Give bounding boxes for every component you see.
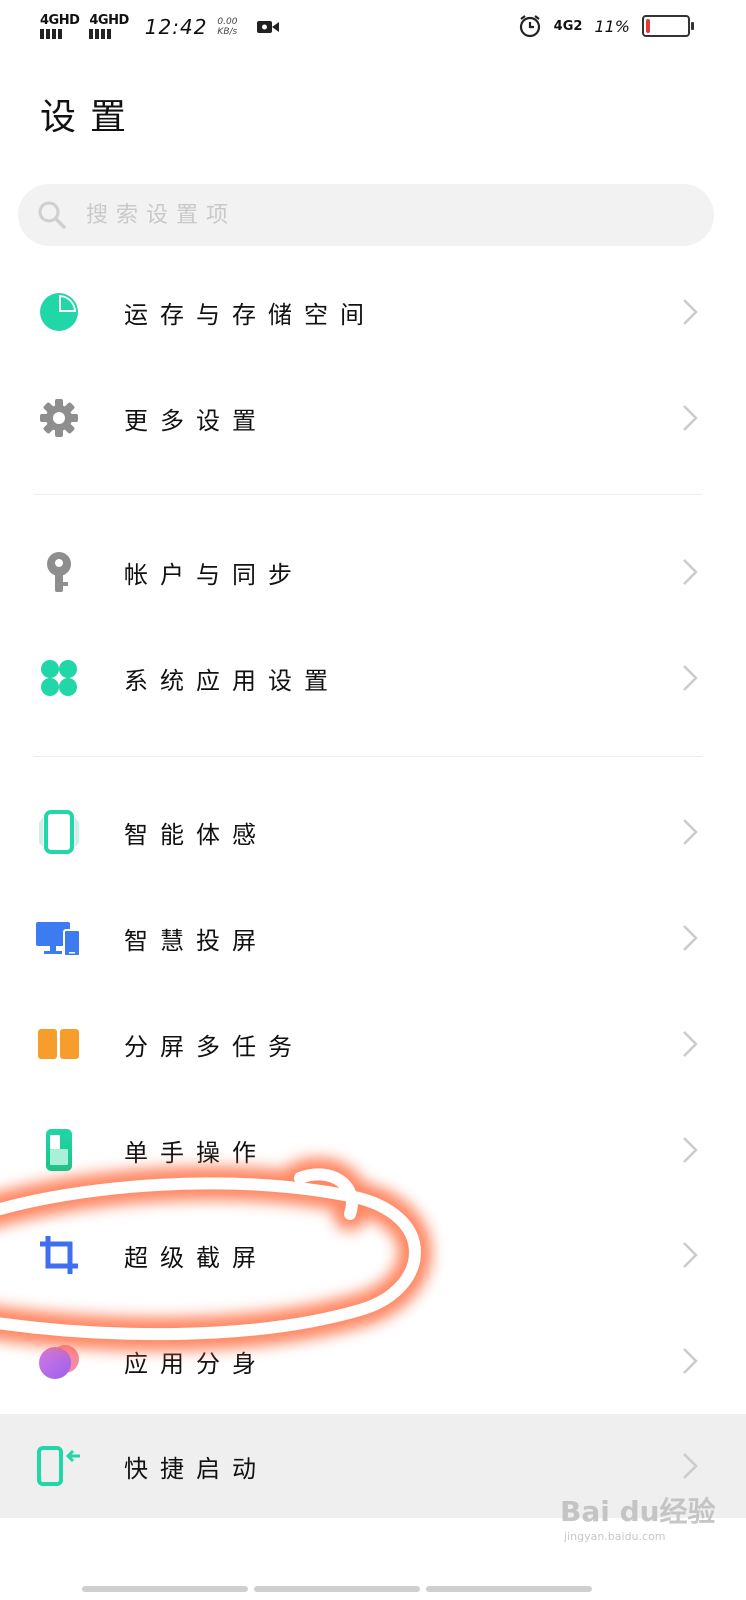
watermark-logo: Bai du经验 jingyan.baidu.com: [560, 1490, 716, 1543]
settings-item-label: 单手操作: [124, 1138, 268, 1167]
video-recording-icon: [257, 20, 280, 33]
search-input[interactable]: [84, 201, 648, 229]
settings-item-label: 智慧投屏: [124, 926, 268, 955]
alarm-clock-icon: [519, 15, 540, 38]
battery-level-fill: [646, 19, 650, 33]
chevron-right-icon: [683, 405, 698, 431]
chevron-right-icon: [683, 1137, 698, 1163]
settings-item-system-app-settings[interactable]: 系统应用设置: [0, 628, 746, 728]
sim1-signal: 4GHD: [40, 13, 80, 39]
network-speed-value: 0.00: [217, 16, 238, 27]
nav-bar-center[interactable]: [254, 1586, 420, 1592]
chevron-right-icon: [683, 925, 698, 951]
split-screen-icon: [36, 1021, 82, 1067]
network-speed-unit: KB/s: [217, 26, 238, 37]
status-time: 12:42: [144, 14, 208, 39]
chevron-right-icon: [683, 1348, 698, 1374]
chevron-right-icon: [683, 819, 698, 845]
page-title: 设置: [40, 97, 141, 138]
gear-icon: [36, 395, 82, 441]
chevron-right-icon: [683, 1453, 698, 1479]
clover-icon: [36, 655, 82, 701]
settings-item-label: 更多设置: [124, 406, 268, 435]
crop-icon: [36, 1232, 82, 1278]
settings-item-label: 分屏多任务: [124, 1032, 304, 1061]
status-bar: 4GHD 4GHD 12:42 0.00 KB/s 4G2 11%: [0, 0, 746, 60]
settings-item-one-hand[interactable]: 单手操作: [0, 1100, 746, 1200]
settings-item-label: 智能体感: [124, 820, 268, 849]
settings-item-label: 运存与存储空间: [124, 300, 376, 329]
phone-motion-icon: [36, 809, 82, 855]
settings-item-label: 超级截屏: [124, 1243, 268, 1272]
signal-bars-icon: [40, 29, 62, 39]
settings-item-label: 应用分身: [124, 1349, 268, 1378]
settings-item-smart-motion[interactable]: 智能体感: [0, 782, 746, 882]
settings-item-super-screenshot[interactable]: 超级截屏: [0, 1205, 746, 1305]
key-icon: [36, 549, 82, 595]
settings-item-label: 系统应用设置: [124, 666, 340, 695]
settings-item-accounts-sync[interactable]: 帐户与同步: [0, 522, 746, 622]
settings-item-label: 快捷启动: [124, 1454, 268, 1483]
screen-cast-icon: [36, 915, 82, 961]
battery-percent: 11%: [594, 16, 630, 36]
network-speed: 0.00 KB/s: [217, 17, 237, 37]
watermark-brand: Bai du经验: [560, 1495, 716, 1528]
settings-item-app-clone[interactable]: 应用分身: [0, 1311, 746, 1411]
nav-bar-left[interactable]: [82, 1586, 248, 1592]
network-type: 4G2: [553, 18, 583, 34]
section-divider: [34, 494, 702, 495]
bottom-navigation-bars: [82, 1586, 592, 1592]
watermark-url: jingyan.baidu.com: [564, 1530, 666, 1543]
chevron-right-icon: [683, 1031, 698, 1057]
chevron-right-icon: [683, 665, 698, 691]
search-bar[interactable]: [18, 184, 714, 246]
app-clone-icon: [36, 1338, 82, 1384]
quick-launch-icon: [36, 1443, 82, 1489]
settings-item-smart-cast[interactable]: 智慧投屏: [0, 888, 746, 988]
battery-icon: [642, 15, 694, 37]
sim2-signal: 4GHD: [89, 13, 129, 39]
settings-item-memory-storage[interactable]: 运存与存储空间: [0, 262, 746, 362]
settings-item-split-screen[interactable]: 分屏多任务: [0, 994, 746, 1094]
chevron-right-icon: [683, 559, 698, 585]
chevron-right-icon: [683, 1242, 698, 1268]
signal-bars-icon: [89, 29, 112, 39]
status-left: 4GHD 4GHD 12:42 0.00 KB/s: [40, 13, 280, 39]
one-hand-icon: [36, 1127, 82, 1173]
sim2-label: 4GHD: [89, 13, 129, 28]
status-right: 4G2 11%: [518, 14, 694, 38]
section-divider: [34, 756, 702, 757]
chevron-right-icon: [683, 299, 698, 325]
settings-item-label: 帐户与同步: [124, 560, 304, 589]
search-icon: [38, 201, 66, 229]
sim1-label: 4GHD: [40, 13, 80, 28]
nav-bar-right[interactable]: [426, 1586, 592, 1592]
settings-item-more-settings[interactable]: 更多设置: [0, 368, 746, 468]
pie-chart-icon: [36, 289, 82, 335]
